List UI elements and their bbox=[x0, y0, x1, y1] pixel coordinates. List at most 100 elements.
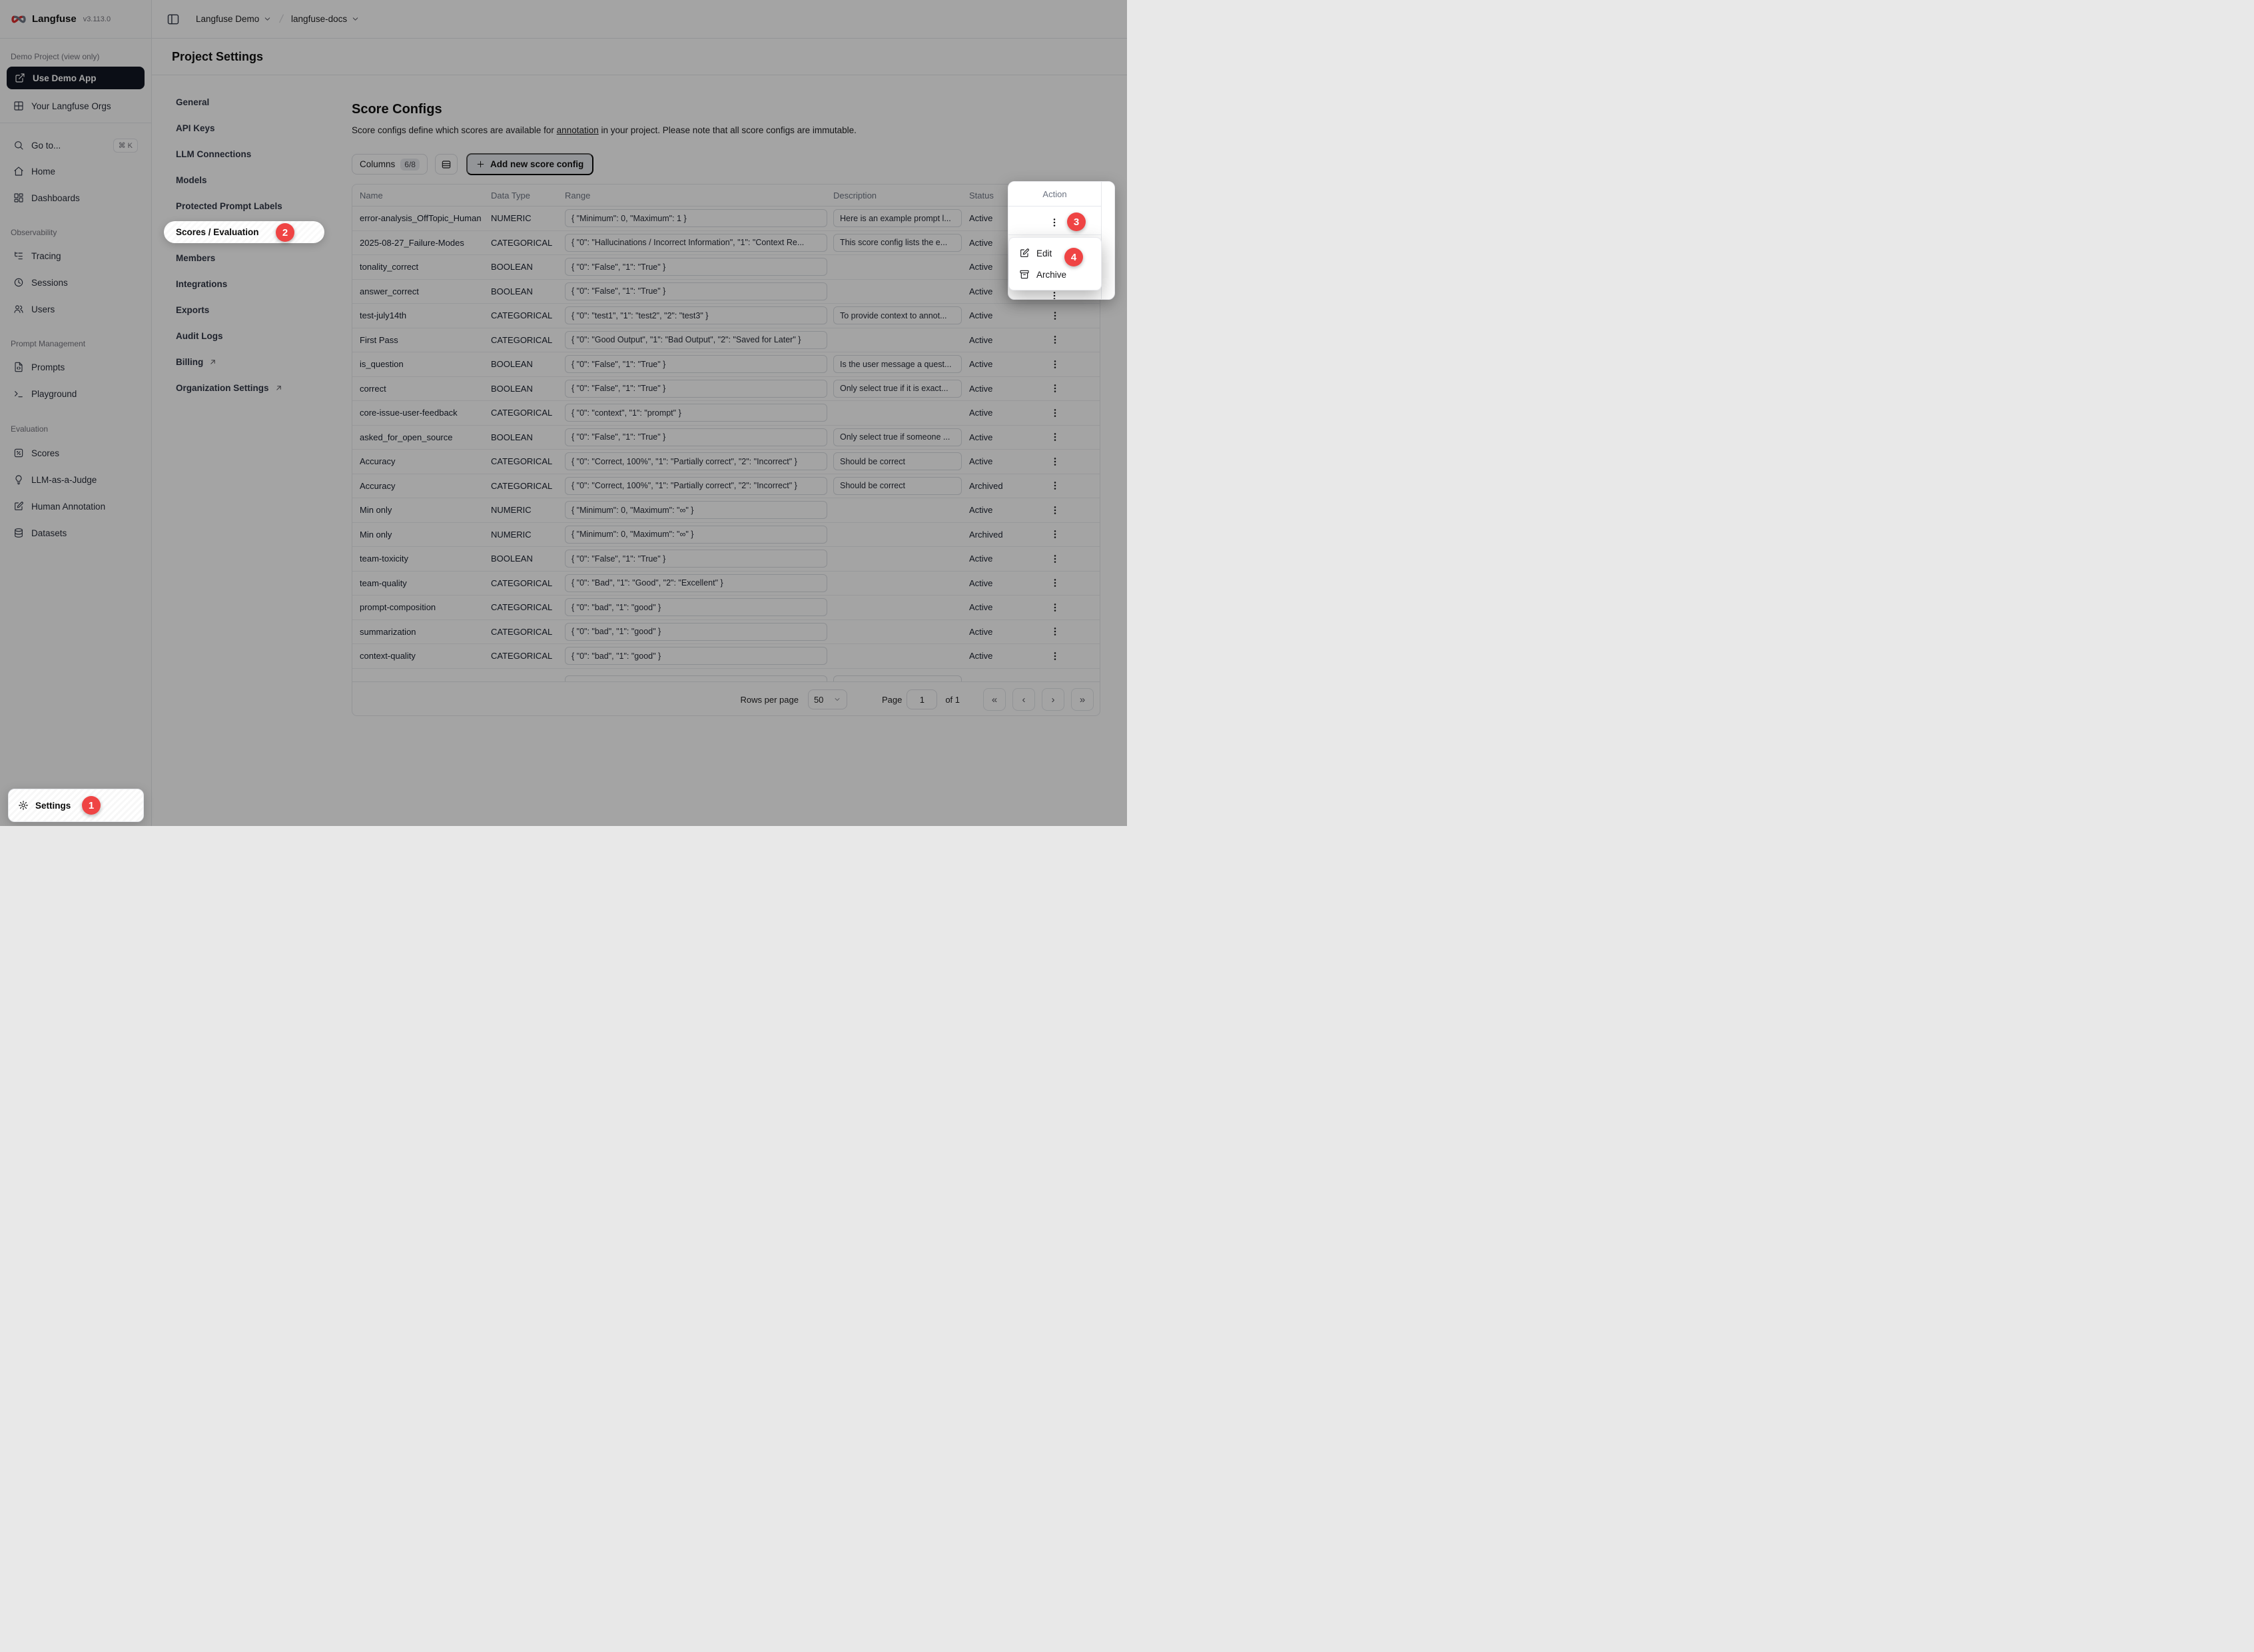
settings-nav-item-scores-evaluation[interactable]: Scores / Evaluation bbox=[164, 221, 324, 243]
row-actions-cell[interactable] bbox=[1009, 359, 1100, 370]
sidebar-item-datasets[interactable]: Datasets bbox=[0, 523, 151, 543]
add-score-config-button[interactable]: Add new score config bbox=[466, 153, 593, 175]
column-header-name[interactable]: Name bbox=[352, 191, 484, 201]
settings-nav-item-api-keys[interactable]: API Keys bbox=[164, 117, 324, 139]
breadcrumb-org[interactable]: Langfuse Demo bbox=[196, 14, 272, 24]
column-header-range[interactable]: Range bbox=[558, 191, 827, 201]
rows-per-page-select[interactable]: 50 bbox=[808, 689, 847, 709]
kebab-menu-icon[interactable] bbox=[1050, 310, 1060, 321]
menu-item-archive[interactable]: Archive bbox=[1009, 264, 1101, 285]
table-row[interactable]: core-issue-user-feedback CATEGORICAL { "… bbox=[352, 401, 1100, 426]
column-header-data-type[interactable]: Data Type bbox=[484, 191, 558, 201]
row-actions-cell[interactable] bbox=[1009, 383, 1100, 394]
last-page-button[interactable]: » bbox=[1071, 688, 1094, 711]
sidebar-item-prompts[interactable]: Prompts bbox=[0, 357, 151, 377]
kebab-menu-icon[interactable] bbox=[1050, 359, 1060, 370]
kebab-menu-icon[interactable] bbox=[1050, 602, 1060, 613]
sidebar-item-human-annotation[interactable]: Human Annotation bbox=[0, 496, 151, 516]
settings-nav-item-exports[interactable]: Exports bbox=[164, 299, 324, 321]
prev-page-button[interactable]: ‹ bbox=[1012, 688, 1035, 711]
kebab-menu-icon[interactable] bbox=[1050, 334, 1060, 345]
sidebar-item-sessions[interactable]: Sessions bbox=[0, 272, 151, 292]
sidebar-item-tracing[interactable]: Tracing bbox=[0, 246, 151, 266]
row-actions-cell[interactable] bbox=[1009, 651, 1100, 661]
kebab-menu-icon[interactable] bbox=[1050, 408, 1060, 418]
page-title: Project Settings bbox=[172, 50, 263, 64]
row-actions-cell[interactable] bbox=[1009, 578, 1100, 588]
table-row[interactable]: team-toxicity BOOLEAN { "0": "False", "1… bbox=[352, 547, 1100, 572]
kebab-menu-icon[interactable] bbox=[1050, 651, 1060, 661]
table-row[interactable]: error-analysis_OffTopic_Human NUMERIC { … bbox=[352, 206, 1100, 231]
row-actions-cell[interactable] bbox=[1009, 432, 1100, 442]
page-number-input[interactable]: 1 bbox=[907, 689, 937, 709]
row-actions-cell[interactable] bbox=[1009, 480, 1100, 491]
table-row[interactable]: asked_for_open_source BOOLEAN { "0": "Fa… bbox=[352, 426, 1100, 450]
kebab-menu-icon[interactable] bbox=[1050, 505, 1060, 516]
menu-item-edit[interactable]: Edit bbox=[1009, 242, 1101, 264]
breadcrumb-project[interactable]: langfuse-docs bbox=[291, 14, 360, 24]
settings-nav-item-models[interactable]: Models bbox=[164, 169, 324, 191]
next-page-button[interactable]: › bbox=[1042, 688, 1064, 711]
row-actions-cell[interactable] bbox=[1009, 456, 1100, 467]
kebab-menu-icon[interactable] bbox=[1050, 432, 1060, 442]
settings-nav-item-billing[interactable]: Billing bbox=[164, 351, 324, 373]
kebab-menu-icon[interactable] bbox=[1049, 290, 1060, 300]
go-to-search[interactable]: Go to... ⌘ K bbox=[0, 135, 151, 155]
use-demo-app-button[interactable]: Use Demo App bbox=[7, 67, 145, 89]
table-row[interactable]: Accuracy CATEGORICAL { "0": "Correct, 10… bbox=[352, 450, 1100, 474]
kebab-menu-icon[interactable] bbox=[1049, 217, 1060, 228]
column-header-description[interactable]: Description bbox=[827, 191, 963, 201]
settings-nav-item-organization-settings[interactable]: Organization Settings bbox=[164, 377, 324, 399]
table-row[interactable]: 2025-08-27_Failure-Modes CATEGORICAL { "… bbox=[352, 231, 1100, 256]
settings-nav-item-members[interactable]: Members bbox=[164, 247, 324, 269]
sidebar-item-home[interactable]: Home bbox=[0, 161, 151, 181]
table-row[interactable]: test-july14th CATEGORICAL { "0": "test1"… bbox=[352, 304, 1100, 328]
kebab-menu-icon[interactable] bbox=[1050, 456, 1060, 467]
sidebar-item-dashboards[interactable]: Dashboards bbox=[0, 188, 151, 208]
settings-nav-item-audit-logs[interactable]: Audit Logs bbox=[164, 325, 324, 347]
table-row[interactable]: tonality_correct BOOLEAN { "0": "False",… bbox=[352, 255, 1100, 280]
settings-nav-item-llm-connections[interactable]: LLM Connections bbox=[164, 143, 324, 165]
sidebar-item-playground[interactable]: Playground bbox=[0, 384, 151, 404]
table-row[interactable]: is_question BOOLEAN { "0": "False", "1":… bbox=[352, 352, 1100, 377]
kebab-menu-icon[interactable] bbox=[1050, 578, 1060, 588]
row-actions-cell[interactable] bbox=[1009, 408, 1100, 418]
settings-nav-item-general[interactable]: General bbox=[164, 91, 324, 113]
table-row[interactable]: correct BOOLEAN { "0": "False", "1": "Tr… bbox=[352, 377, 1100, 402]
table-row[interactable]: Min only NUMERIC { "Minimum": 0, "Maximu… bbox=[352, 498, 1100, 523]
kebab-menu-icon[interactable] bbox=[1050, 383, 1060, 394]
table-row[interactable]: team-quality CATEGORICAL { "0": "Bad", "… bbox=[352, 572, 1100, 596]
sidebar-item-scores[interactable]: Scores bbox=[0, 443, 151, 463]
columns-button[interactable]: Columns 6/8 bbox=[352, 154, 428, 175]
table-row[interactable]: prompt-composition CATEGORICAL { "0": "b… bbox=[352, 596, 1100, 620]
settings-nav-item-integrations[interactable]: Integrations bbox=[164, 273, 324, 295]
settings-nav-item-protected-prompt-labels[interactable]: Protected Prompt Labels bbox=[164, 195, 324, 217]
table-row[interactable]: answer_correct BOOLEAN { "0": "False", "… bbox=[352, 280, 1100, 304]
row-height-button[interactable] bbox=[435, 154, 458, 175]
kebab-menu-icon[interactable] bbox=[1050, 626, 1060, 637]
kebab-menu-icon[interactable] bbox=[1050, 480, 1060, 491]
row-actions-cell[interactable] bbox=[1009, 602, 1100, 613]
table-row[interactable]: Accuracy CATEGORICAL { "0": "Correct, 10… bbox=[352, 474, 1100, 499]
first-page-button[interactable]: « bbox=[983, 688, 1006, 711]
table-row[interactable]: Min only NUMERIC { "Minimum": 0, "Maximu… bbox=[352, 523, 1100, 548]
table-row[interactable]: context-quality CATEGORICAL { "0": "bad"… bbox=[352, 644, 1100, 669]
table-row[interactable]: summarization CATEGORICAL { "0": "bad", … bbox=[352, 620, 1100, 645]
sidebar-item-users[interactable]: Users bbox=[0, 299, 151, 319]
row-actions-cell[interactable] bbox=[1009, 626, 1100, 637]
sidebar-item-your-orgs[interactable]: Your Langfuse Orgs bbox=[0, 96, 151, 116]
row-actions-cell[interactable] bbox=[1009, 334, 1100, 345]
annotation-link[interactable]: annotation bbox=[557, 125, 599, 135]
row-actions-cell[interactable] bbox=[1009, 505, 1100, 516]
panel-left-icon[interactable] bbox=[167, 13, 180, 26]
observability-section-label: Observability bbox=[0, 227, 151, 238]
row-actions-cell[interactable] bbox=[1009, 529, 1100, 540]
row-actions-cell[interactable] bbox=[1009, 554, 1100, 564]
row-actions-cell[interactable] bbox=[1009, 310, 1100, 321]
column-header-status[interactable]: Status bbox=[963, 191, 1009, 201]
sidebar-item-llm-judge[interactable]: LLM-as-a-Judge bbox=[0, 470, 151, 490]
kebab-menu-icon[interactable] bbox=[1050, 529, 1060, 540]
table-row[interactable]: First Pass CATEGORICAL { "0": "Good Outp… bbox=[352, 328, 1100, 353]
kebab-menu-icon[interactable] bbox=[1050, 554, 1060, 564]
sidebar-item-settings[interactable]: Settings 1 bbox=[8, 789, 144, 822]
